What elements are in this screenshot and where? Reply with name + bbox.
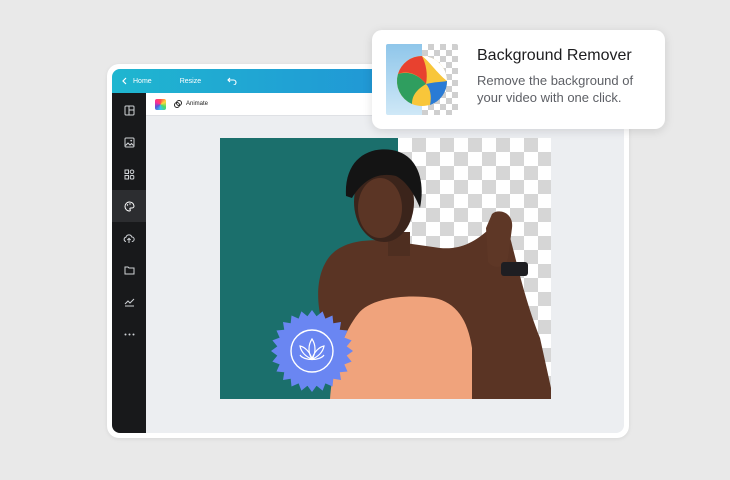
- sidebar-item-elements[interactable]: [112, 158, 146, 190]
- palette-icon: [124, 200, 135, 212]
- home-label: Home: [133, 77, 152, 85]
- beach-ball-icon: [396, 56, 448, 106]
- animate-button[interactable]: Animate: [174, 100, 208, 108]
- resize-button[interactable]: Resize: [180, 78, 201, 85]
- undo-button[interactable]: [227, 77, 237, 85]
- chart-line-icon: [124, 298, 134, 307]
- feature-thumbnail: [386, 44, 458, 115]
- animate-label: Animate: [186, 101, 209, 107]
- sidebar-item-design[interactable]: [112, 94, 146, 126]
- home-button[interactable]: Home: [122, 77, 152, 85]
- color-picker-button[interactable]: [155, 98, 166, 110]
- card-title: Background Remover: [477, 47, 632, 64]
- image-icon: [124, 137, 134, 147]
- sidebar-item-charts[interactable]: [112, 286, 146, 318]
- sidebar-item-styles[interactable]: [112, 190, 146, 222]
- sidebar-item-uploads[interactable]: [112, 222, 146, 254]
- lotus-badge: [271, 310, 353, 392]
- card-description: Remove the background of your video with…: [477, 73, 634, 105]
- elements-icon: [124, 169, 134, 179]
- animate-icon: [174, 100, 182, 108]
- sidebar-item-photos[interactable]: [112, 126, 146, 158]
- undo-icon: [227, 77, 237, 85]
- editor-sidebar: [112, 93, 146, 433]
- chevron-left-icon: [122, 77, 127, 85]
- folder-icon: [124, 266, 134, 275]
- more-icon: [124, 333, 134, 335]
- sidebar-item-folders[interactable]: [112, 254, 146, 286]
- sidebar-item-more[interactable]: [112, 318, 146, 350]
- layout-icon: [124, 105, 134, 115]
- design-canvas[interactable]: [220, 138, 551, 399]
- upload-cloud-icon: [123, 233, 135, 243]
- background-remover-card[interactable]: Background Remover Remove the background…: [372, 30, 665, 129]
